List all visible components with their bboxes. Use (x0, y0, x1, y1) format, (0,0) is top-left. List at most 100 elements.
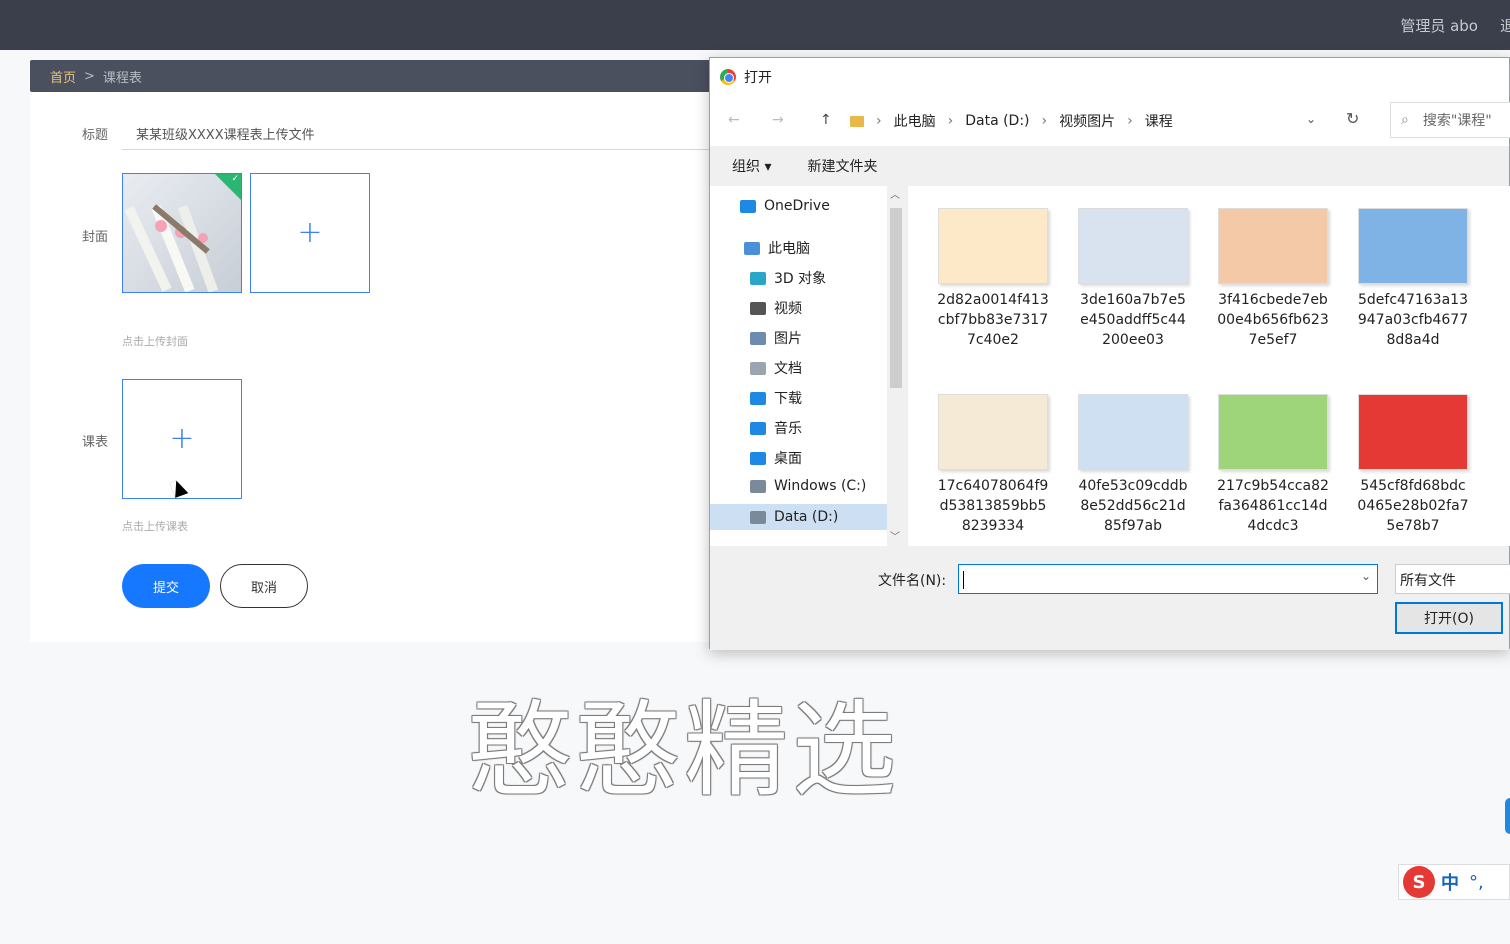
nav-item[interactable]: Data (D:) (710, 504, 887, 530)
cube-icon (750, 271, 766, 285)
file-name-line: 17c64078064f9 (937, 478, 1049, 494)
nav-item[interactable]: 音乐 (750, 418, 802, 438)
nav-item[interactable]: 图片 (750, 328, 802, 348)
file-item[interactable]: 17c64078064f9 d53813859bb5 8239334 (923, 394, 1063, 536)
path-breadcrumb[interactable]: › 此电脑 › Data (D:) › 视频图片 › 课程 (850, 111, 1185, 131)
current-user[interactable]: 管理员 abo (1400, 15, 1478, 36)
open-button[interactable]: 打开(O) (1395, 602, 1503, 634)
file-name-line: 8239334 (961, 518, 1025, 534)
file-thumbnail (1358, 208, 1468, 284)
document-icon (750, 361, 766, 375)
search-input[interactable]: ⌕ 搜索"课程" (1390, 102, 1510, 138)
forward-arrow-icon[interactable]: → (772, 112, 784, 128)
new-folder-button[interactable]: 新建文件夹 (807, 156, 877, 176)
chevron-down-icon[interactable]: ⌄ (1306, 112, 1316, 126)
nav-item[interactable]: 视频 (750, 298, 802, 318)
check-icon: ✓ (231, 174, 239, 184)
nav-item[interactable]: 3D 对象 (750, 268, 826, 288)
search-icon: ⌕ (1401, 112, 1409, 128)
submit-button[interactable]: 提交 (122, 564, 210, 608)
film-icon (750, 301, 766, 315)
music-icon (750, 421, 766, 435)
nav-item-label: 视频 (774, 301, 802, 317)
schedule-upload-hint: 点击上传课表 (122, 520, 188, 533)
organize-menu[interactable]: 组织 ▾ (732, 156, 771, 176)
back-arrow-icon[interactable]: ← (728, 112, 740, 128)
nav-item[interactable]: 下载 (750, 388, 802, 408)
logout-link[interactable]: 退 (1500, 15, 1510, 36)
nav-item[interactable]: Windows (C:) (750, 478, 866, 494)
file-item[interactable]: 2d82a0014f413 cbf7bb83e7317 7c40e2 (923, 208, 1063, 350)
file-item[interactable]: 40fe53c09cddb 8e52dd56c21d 85f97ab (1063, 394, 1203, 536)
file-name-line: 7c40e2 (967, 332, 1019, 348)
file-item[interactable]: 5defc47163a13 947a03cfb4677 8d8a4d (1343, 208, 1483, 350)
nav-item-label: Windows (C:) (774, 478, 867, 494)
file-thumbnail (938, 394, 1048, 470)
filetype-select[interactable]: 所有文件 (1395, 564, 1510, 594)
cover-thumbnail[interactable]: ✓ (122, 173, 242, 293)
file-open-dialog: 打开 ← → ↑ › 此电脑 › Data (D:) › 视频图片 › 课程 ⌄… (709, 57, 1510, 650)
drive-icon (750, 479, 766, 493)
file-thumbnail (938, 208, 1048, 284)
ime-toolbar[interactable]: S 中 °, (1398, 864, 1510, 900)
cover-upload-button[interactable]: + (250, 173, 370, 293)
folder-icon (850, 115, 864, 127)
file-item[interactable]: 3de160a7b7e5 e450addff5c44 200ee03 (1063, 208, 1203, 350)
chrome-icon (720, 69, 736, 85)
file-name-line: 4dcdc3 (1247, 518, 1299, 534)
nav-item[interactable]: OneDrive (740, 198, 830, 214)
refresh-icon[interactable]: ↻ (1346, 109, 1359, 128)
file-thumbnail (1078, 394, 1188, 470)
file-name-line: 7e5ef7 (1248, 332, 1298, 348)
file-thumbnail (1218, 394, 1328, 470)
file-item[interactable]: 545cf8fd68bdc 0465e28b02fa7 5e78b7 (1343, 394, 1483, 536)
title-input[interactable]: 某某班级XXXX课程表上传文件 (122, 118, 722, 150)
file-name-line: d53813859bb5 (939, 498, 1047, 514)
breadcrumb: 首页 > 课程表 (30, 60, 720, 92)
address-bar: ← → ↑ › 此电脑 › Data (D:) › 视频图片 › 课程 ⌄ ↻ … (710, 96, 1510, 146)
file-list: 2d82a0014f413 cbf7bb83e7317 7c40e2 3de160a7… (908, 186, 1510, 546)
file-name-line: 217c9b54cca82 (1217, 478, 1329, 494)
file-name-line: fa364861cc14d (1218, 498, 1328, 514)
navigation-pane: OneDrive 此电脑 3D 对象视频图片文档下载音乐桌面 Windows (C:)… (710, 186, 905, 546)
title-label: 标题 (82, 128, 109, 143)
file-thumbnail (1358, 394, 1468, 470)
file-item[interactable]: 3f416cbede7eb 00e4b656fb623 7e5ef7 (1203, 208, 1343, 350)
path-segment[interactable]: 课程 (1145, 111, 1173, 131)
ime-punctuation[interactable]: °, (1469, 872, 1484, 893)
file-name-line: 8d8a4d (1386, 332, 1440, 348)
nav-item[interactable]: 此电脑 (744, 238, 810, 258)
filename-input[interactable]: ⌄ (958, 564, 1378, 594)
file-name-line: 40fe53c09cddb (1078, 478, 1188, 494)
cancel-button[interactable]: 取消 (220, 564, 308, 608)
chevron-right-icon: › (876, 113, 882, 129)
file-item[interactable]: 217c9b54cca82 fa364861cc14d 4dcdc3 (1203, 394, 1343, 536)
nav-item-label: 3D 对象 (774, 271, 827, 287)
path-segment[interactable]: 此电脑 (894, 111, 936, 131)
breadcrumb-home[interactable]: 首页 (50, 67, 76, 86)
nav-item-label: 音乐 (774, 421, 802, 437)
cover-upload-hint: 点击上传封面 (122, 335, 188, 348)
file-thumbnail (1078, 208, 1188, 284)
nav-item[interactable]: 桌面 (750, 448, 802, 468)
sogou-logo-icon[interactable]: S (1403, 866, 1435, 898)
scrollbar-thumb[interactable] (890, 208, 902, 388)
nav-item-label: 图片 (774, 331, 802, 347)
cover-label: 封面 (82, 230, 109, 245)
nav-item-label: 下载 (774, 391, 802, 407)
desktop-icon (750, 451, 766, 465)
file-name-line: 8e52dd56c21d (1080, 498, 1186, 514)
file-name-line: 85f97ab (1103, 518, 1163, 534)
chevron-down-icon[interactable]: ⌄ (1361, 569, 1371, 583)
file-name-line: 2d82a0014f413 (937, 292, 1049, 308)
dialog-titlebar: 打开 (710, 58, 1509, 96)
floating-widget[interactable] (1505, 798, 1510, 834)
nav-item[interactable]: 文档 (750, 358, 802, 378)
scroll-down-icon[interactable]: ﹀ (890, 528, 900, 543)
scroll-up-icon[interactable]: ︿ (890, 186, 900, 201)
path-segment[interactable]: Data (D:) (965, 113, 1029, 129)
up-arrow-icon[interactable]: ↑ (820, 112, 832, 128)
chevron-right-icon: › (947, 113, 954, 129)
path-segment[interactable]: 视频图片 (1059, 111, 1115, 131)
ime-language[interactable]: 中 (1441, 869, 1459, 895)
